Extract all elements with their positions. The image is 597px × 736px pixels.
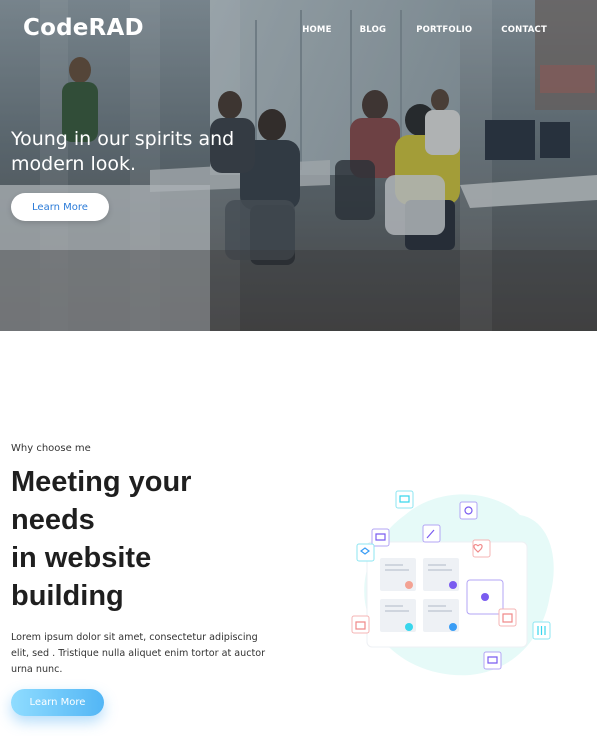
nav-item-blog[interactable]: BLOG <box>360 25 387 35</box>
nav-item-contact[interactable]: CONTACT <box>501 25 547 35</box>
feature-learn-more-button[interactable]: Learn More <box>11 689 104 716</box>
section-eyebrow: Why choose me <box>11 443 91 454</box>
main-nav: HOME BLOG PORTFOLIO CONTACT <box>302 25 547 35</box>
hero-title: Young in our spirits and modern look. <box>11 128 235 175</box>
section-title-line: Meeting your <box>11 466 192 498</box>
hero-section: CodeRAD HOME BLOG PORTFOLIO CONTACT Youn… <box>0 0 597 331</box>
hero-learn-more-button[interactable]: Learn More <box>11 193 109 221</box>
section-title: Meeting your needs in website building <box>11 463 271 615</box>
nav-item-portfolio[interactable]: PORTFOLIO <box>416 25 472 35</box>
brand-logo[interactable]: CodeRAD <box>23 15 144 41</box>
section-title-line: building <box>11 580 124 612</box>
section-title-line: in website <box>11 542 152 574</box>
nav-item-home[interactable]: HOME <box>302 25 331 35</box>
section-title-line: needs <box>11 504 95 536</box>
dashboard-illustration <box>351 490 554 676</box>
section-description: Lorem ipsum dolor sit amet, consectetur … <box>11 632 266 675</box>
